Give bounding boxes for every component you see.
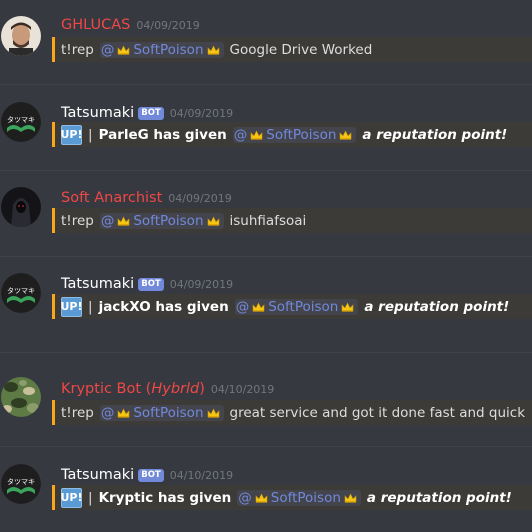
rep-tail-text: a reputation point! xyxy=(364,298,510,315)
message-header: Tatsumaki BOT 04/09/2019 xyxy=(61,104,233,122)
message-2: タツマキ Tatsumaki BOT 04/09/2019 UP! | Parl… xyxy=(0,85,532,170)
crown-emoji-icon xyxy=(344,492,357,503)
mention-at: @ xyxy=(233,126,248,143)
avatar-tatsumaki[interactable]: タツマキ xyxy=(1,102,41,142)
bot-tag: BOT xyxy=(138,468,164,482)
mention-name: SoftPoison xyxy=(270,489,341,506)
svg-text:タツマキ: タツマキ xyxy=(7,286,35,295)
avatar-kryptic-bot[interactable] xyxy=(1,377,41,417)
message-text: isuhfiafsoai xyxy=(229,212,307,229)
message-5: Kryptic Bot (Hybrld) 04/10/2019 t!rep @ … xyxy=(0,353,532,438)
bot-tag: BOT xyxy=(138,277,164,291)
separator: | xyxy=(88,489,93,506)
message-content: UP! | ParleG has given @ SoftPoison a re… xyxy=(52,122,532,147)
avatar-ghlucas[interactable] xyxy=(1,16,41,56)
person-photo-icon xyxy=(1,16,41,56)
mention-at: @ xyxy=(100,212,115,229)
svg-text:タツマキ: タツマキ xyxy=(7,477,35,486)
user-mention[interactable]: @ SoftPoison xyxy=(234,298,359,315)
crown-emoji-icon xyxy=(117,407,130,418)
author-name-main: Kryptic Bot xyxy=(61,381,142,397)
mention-name: SoftPoison xyxy=(133,404,204,421)
hooded-figure-icon xyxy=(1,187,41,227)
message-text: Google Drive Worked xyxy=(229,41,373,58)
camo-pattern-icon xyxy=(1,377,41,417)
rep-lead-text: jackXO has given xyxy=(98,298,229,315)
author-name[interactable]: Tatsumaki xyxy=(61,276,134,292)
timestamp: 04/09/2019 xyxy=(169,277,234,291)
mention-at: @ xyxy=(235,298,250,315)
message-content: UP! | Kryptic has given @ SoftPoison a r… xyxy=(52,485,532,510)
message-text: great service and got it done fast and q… xyxy=(229,404,526,421)
tatsumaki-logo-icon: タツマキ xyxy=(1,273,41,313)
author-name-suffix: Hybrld xyxy=(151,381,200,397)
message-header: GHLUCAS 04/09/2019 xyxy=(61,16,200,34)
separator: | xyxy=(88,126,93,143)
up-badge-icon: UP! xyxy=(61,296,83,317)
mention-at: @ xyxy=(100,41,115,58)
rep-lead-text: Kryptic has given xyxy=(98,489,232,506)
author-name[interactable]: Soft Anarchist xyxy=(61,190,162,206)
message-header: Tatsumaki BOT 04/09/2019 xyxy=(61,275,233,293)
mention-name: SoftPoison xyxy=(133,212,204,229)
avatar-tatsumaki[interactable]: タツマキ xyxy=(1,273,41,313)
crown-emoji-icon xyxy=(117,44,130,55)
svg-text:タツマキ: タツマキ xyxy=(7,115,35,124)
author-name[interactable]: Kryptic Bot (Hybrld) xyxy=(61,381,205,397)
user-mention[interactable]: @ SoftPoison xyxy=(99,212,224,229)
timestamp: 04/09/2019 xyxy=(136,18,200,32)
command-text: t!rep xyxy=(61,404,94,421)
timestamp: 04/09/2019 xyxy=(168,191,232,205)
mention-at: @ xyxy=(238,489,252,506)
mention-name: SoftPoison xyxy=(268,298,339,315)
message-content: t!rep @ SoftPoison great service and got… xyxy=(52,400,532,425)
crown-emoji-icon xyxy=(207,407,220,418)
avatar-soft-anarchist[interactable] xyxy=(1,187,41,227)
rep-tail-text: a reputation point! xyxy=(366,489,512,506)
mention-at: @ xyxy=(100,404,115,421)
command-text: t!rep xyxy=(61,41,94,58)
message-3: Soft Anarchist 04/09/2019 t!rep @ SoftPo… xyxy=(0,171,532,256)
crown-emoji-icon xyxy=(207,44,220,55)
timestamp: 04/09/2019 xyxy=(169,106,234,120)
crown-emoji-icon xyxy=(255,492,268,503)
message-content: UP! | jackXO has given @ SoftPoison a re… xyxy=(52,294,532,319)
rep-lead-text: ParleG has given xyxy=(98,126,227,143)
rep-tail-text: a reputation point! xyxy=(362,126,508,143)
message-6: タツマキ Tatsumaki BOT 04/10/2019 UP! | Kryp… xyxy=(0,447,532,532)
crown-emoji-icon xyxy=(339,129,352,140)
message-content: t!rep @ SoftPoison Google Drive Worked xyxy=(52,37,532,62)
author-name[interactable]: Tatsumaki xyxy=(61,467,134,483)
bot-tag: BOT xyxy=(138,106,164,120)
user-mention[interactable]: @ SoftPoison xyxy=(99,41,224,58)
crown-emoji-icon xyxy=(341,301,354,312)
up-badge-icon: UP! xyxy=(61,124,83,145)
tatsumaki-logo-icon: タツマキ xyxy=(1,102,41,142)
separator: | xyxy=(88,298,93,315)
crown-emoji-icon xyxy=(252,301,265,312)
message-header: Soft Anarchist 04/09/2019 xyxy=(61,189,232,207)
up-badge-icon: UP! xyxy=(61,487,83,508)
user-mention[interactable]: @ SoftPoison xyxy=(99,404,224,421)
message-4: タツマキ Tatsumaki BOT 04/09/2019 UP! | jack… xyxy=(0,257,532,342)
message-header: Tatsumaki BOT 04/10/2019 xyxy=(61,466,233,484)
message-header: Kryptic Bot (Hybrld) 04/10/2019 xyxy=(61,380,274,398)
user-mention[interactable]: @ SoftPoison xyxy=(232,126,357,143)
tatsumaki-logo-icon: タツマキ xyxy=(1,464,41,504)
mention-name: SoftPoison xyxy=(266,126,337,143)
user-mention[interactable]: @ SoftPoison xyxy=(237,489,361,506)
message-1: GHLUCAS 04/09/2019 t!rep @ SoftPoison Go… xyxy=(0,0,532,85)
mention-name: SoftPoison xyxy=(133,41,204,58)
command-text: t!rep xyxy=(61,212,94,229)
crown-emoji-icon xyxy=(117,215,130,226)
timestamp: 04/10/2019 xyxy=(169,468,234,482)
avatar-tatsumaki[interactable]: タツマキ xyxy=(1,464,41,504)
message-content: t!rep @ SoftPoison isuhfiafsoai xyxy=(52,208,532,233)
author-name[interactable]: GHLUCAS xyxy=(61,17,130,33)
author-name-close: ) xyxy=(199,381,205,397)
crown-emoji-icon xyxy=(207,215,220,226)
author-name[interactable]: Tatsumaki xyxy=(61,105,134,121)
timestamp: 04/10/2019 xyxy=(210,382,275,396)
crown-emoji-icon xyxy=(250,129,263,140)
